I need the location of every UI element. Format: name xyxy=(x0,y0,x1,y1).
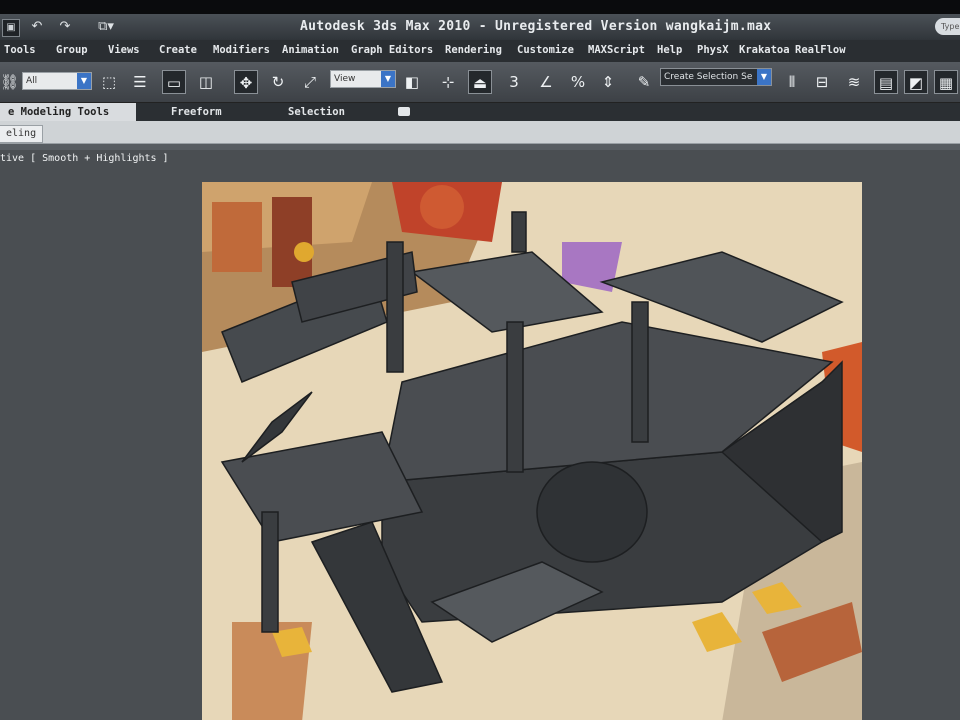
edit-named-selection-icon[interactable]: ✎ xyxy=(632,70,656,94)
spinner-snap-icon[interactable]: ⇕ xyxy=(596,70,620,94)
subtab-polygon-modeling[interactable]: eling xyxy=(0,125,44,143)
menu-tools[interactable]: Tools xyxy=(4,44,36,56)
menu-bar: Tools Group Views Create Modifiers Anima… xyxy=(0,40,960,62)
render-setup-icon[interactable]: ▦ xyxy=(934,70,958,94)
select-move-icon[interactable]: ✥ xyxy=(234,70,258,94)
menu-krakatoa[interactable]: Krakatoa xyxy=(739,44,790,56)
rectangular-region-icon[interactable]: ▭ xyxy=(162,70,186,94)
menu-create[interactable]: Create xyxy=(159,44,197,56)
chevron-down-icon: ▼ xyxy=(757,69,771,85)
main-toolbar: ⛓ All ▼ ⬚ ☰ ▭ ◫ ✥ ↻ ⤢ View ▼ ◧ ⊹ ⏏ 3 ∠ %… xyxy=(0,62,960,103)
angle-snap-icon[interactable]: ∠ xyxy=(534,70,558,94)
title-bar: ▣ ↶ ↷ ⧉▾ Autodesk 3ds Max 2010 - Unregis… xyxy=(0,14,960,40)
menu-animation[interactable]: Animation xyxy=(282,44,339,56)
snaps-toggle-icon[interactable]: 3 xyxy=(502,70,526,94)
window-crossing-icon[interactable]: ◫ xyxy=(194,70,218,94)
keyboard-shortcut-override-icon[interactable]: ⏏ xyxy=(468,70,492,94)
viewport-label[interactable]: tive [ Smooth + Highlights ] xyxy=(0,153,169,164)
reference-coordinate-value: View xyxy=(334,74,356,84)
graphite-ribbon: e Modeling Tools Freeform Selection xyxy=(0,103,960,121)
menu-views[interactable]: Views xyxy=(108,44,140,56)
chevron-down-icon: ▼ xyxy=(77,73,91,89)
manipulate-icon[interactable]: ⊹ xyxy=(436,70,460,94)
pivot-center-icon[interactable]: ◧ xyxy=(400,70,424,94)
help-search-input[interactable]: Type xyxy=(935,18,960,35)
menu-rendering[interactable]: Rendering xyxy=(445,44,502,56)
percent-snap-icon[interactable]: % xyxy=(566,70,590,94)
selection-filter-dropdown[interactable]: All ▼ xyxy=(22,72,92,90)
mirror-icon[interactable]: ⫴ xyxy=(780,70,804,94)
tab-freeform[interactable]: Freeform xyxy=(171,103,222,121)
reference-coordinate-dropdown[interactable]: View ▼ xyxy=(330,70,396,88)
menu-group[interactable]: Group xyxy=(56,44,88,56)
menu-physx[interactable]: PhysX xyxy=(697,44,729,56)
link-icon[interactable]: ⛓ xyxy=(0,70,19,94)
project-folder-icon[interactable]: ⧉▾ xyxy=(88,18,124,36)
ribbon-panel: eling xyxy=(0,121,960,144)
menu-customize[interactable]: Customize xyxy=(517,44,574,56)
named-selection-sets-dropdown[interactable]: Create Selection Se ▼ xyxy=(660,68,772,86)
selection-filter-value: All xyxy=(26,76,38,86)
percent-label: % xyxy=(570,73,586,91)
material-editor-icon[interactable]: ◩ xyxy=(904,70,928,94)
layer-manager-icon[interactable]: ≋ xyxy=(842,70,866,94)
menu-modifiers[interactable]: Modifiers xyxy=(213,44,270,56)
app-menu-icon[interactable]: ▣ xyxy=(2,19,20,37)
tab-selection[interactable]: Selection xyxy=(288,103,345,121)
menu-maxscript[interactable]: MAXScript xyxy=(588,44,645,56)
window-title: Autodesk 3ds Max 2010 - Unregistered Ver… xyxy=(300,19,772,34)
redo-icon[interactable]: ↷ xyxy=(54,18,76,36)
ribbon-minimize-toggle[interactable] xyxy=(398,107,410,116)
select-by-name-icon[interactable]: ☰ xyxy=(128,70,152,94)
align-icon[interactable]: ⊟ xyxy=(810,70,834,94)
menu-help[interactable]: Help xyxy=(657,44,682,56)
menu-graph-editors[interactable]: Graph Editors xyxy=(351,44,433,56)
named-selection-placeholder: Create Selection Se xyxy=(664,72,753,82)
undo-icon[interactable]: ↶ xyxy=(26,18,48,36)
rendered-scene-image xyxy=(202,182,862,720)
app-window: ▣ ↶ ↷ ⧉▾ Autodesk 3ds Max 2010 - Unregis… xyxy=(0,14,960,720)
schematic-view-icon[interactable]: ▤ xyxy=(874,70,898,94)
perspective-viewport[interactable]: tive [ Smooth + Highlights ] xyxy=(0,150,960,720)
select-rotate-icon[interactable]: ↻ xyxy=(266,70,290,94)
menu-realflow[interactable]: RealFlow xyxy=(795,44,846,56)
tab-graphite-modeling-tools[interactable]: e Modeling Tools xyxy=(0,103,136,121)
chevron-down-icon: ▼ xyxy=(381,71,395,87)
select-object-icon[interactable]: ⬚ xyxy=(97,70,121,94)
select-scale-icon[interactable]: ⤢ xyxy=(298,70,322,94)
snap-label: 3 xyxy=(509,73,519,91)
